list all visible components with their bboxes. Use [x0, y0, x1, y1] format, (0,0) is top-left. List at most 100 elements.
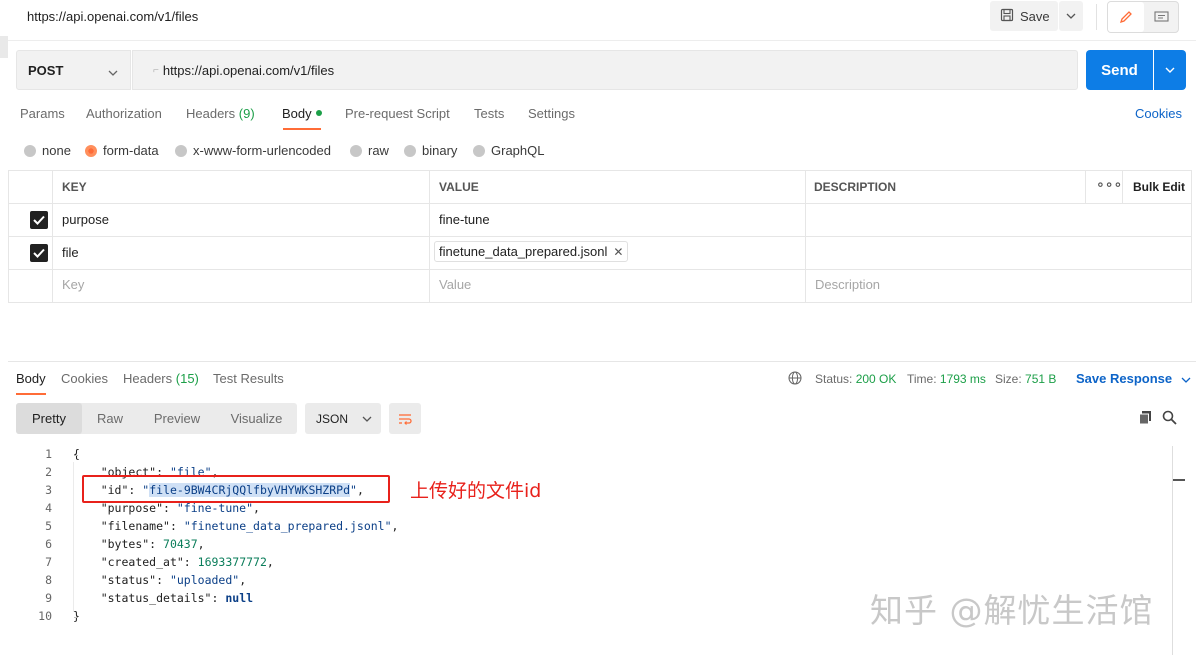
response-tab-headers[interactable]: Headers (15)	[123, 371, 199, 386]
wrap-lines-button[interactable]	[389, 403, 421, 434]
tab-pre-request-script[interactable]: Pre-request Script	[345, 106, 450, 121]
pane-divider[interactable]	[8, 361, 1196, 362]
code-line-6[interactable]: "bytes": 70437,	[73, 537, 205, 551]
table-border	[52, 170, 53, 303]
view-mode-group: Pretty Raw Preview Visualize	[16, 403, 297, 434]
line-number: 9	[45, 591, 52, 605]
table-border	[8, 236, 1192, 237]
line-number: 7	[45, 555, 52, 569]
url-cursor-icon: ⌐	[153, 64, 159, 76]
method-select[interactable]: POST	[16, 50, 131, 90]
response-tab-body[interactable]: Body	[16, 371, 46, 386]
radio-circle-selected	[85, 144, 97, 157]
tab-body[interactable]: Body	[282, 106, 322, 121]
line-number: 2	[45, 465, 52, 479]
view-pretty-button[interactable]: Pretty	[16, 403, 82, 434]
size-readout[interactable]: Size: 751 B	[995, 372, 1056, 386]
code-line-8[interactable]: "status": "uploaded",	[73, 573, 246, 587]
more-options-icon[interactable]: ∘∘∘	[1096, 176, 1122, 193]
view-raw-button[interactable]: Raw	[82, 403, 138, 434]
code-line-1[interactable]: {	[73, 447, 80, 461]
url-input[interactable]: ⌐ https://api.openai.com/v1/files	[132, 50, 1078, 90]
param-value-cell[interactable]: fine-tune	[439, 212, 490, 227]
line-number: 5	[45, 519, 52, 533]
save-icon	[1000, 8, 1014, 25]
cookies-link[interactable]: Cookies	[1135, 106, 1182, 121]
view-mode-toggle	[1107, 1, 1179, 33]
radio-binary[interactable]: binary	[404, 143, 457, 158]
code-line-5[interactable]: "filename": "finetune_data_prepared.json…	[73, 519, 399, 533]
table-border	[429, 170, 430, 303]
code-line-4[interactable]: "purpose": "fine-tune",	[73, 501, 260, 515]
code-line-9[interactable]: "status_details": null	[73, 591, 253, 605]
param-key-cell[interactable]: purpose	[62, 212, 109, 227]
tab-label: Body	[282, 106, 312, 121]
bulk-edit-button[interactable]: Bulk Edit	[1133, 180, 1185, 194]
save-dropdown-button[interactable]	[1059, 1, 1083, 31]
row-checkbox-purpose[interactable]	[30, 211, 48, 229]
radio-label: raw	[368, 143, 389, 158]
save-label: Save	[1020, 8, 1050, 24]
table-border	[8, 170, 1192, 171]
tab-headers[interactable]: Headers (9)	[186, 106, 255, 121]
new-key-input[interactable]: Key	[62, 277, 84, 292]
json-string: "fine-tune"	[176, 501, 254, 515]
table-border	[8, 302, 1192, 303]
format-select[interactable]: JSON	[305, 403, 381, 434]
copy-icon[interactable]	[1138, 410, 1153, 428]
json-string: "finetune_data_prepared.jsonl"	[183, 519, 392, 533]
radio-label: none	[42, 143, 71, 158]
radio-form-data[interactable]: form-data	[85, 143, 159, 158]
json-key: "purpose"	[100, 501, 164, 515]
checkmark-icon	[33, 215, 45, 225]
response-tab-test-results[interactable]: Test Results	[213, 371, 284, 386]
tab-settings[interactable]: Settings	[528, 106, 575, 121]
json-key: "bytes"	[100, 537, 150, 551]
active-tab-underline	[283, 128, 321, 130]
documentation-button[interactable]	[1144, 2, 1178, 32]
column-header-key: KEY	[62, 180, 87, 194]
radio-none[interactable]: none	[24, 143, 71, 158]
time-readout[interactable]: Time: 1793 ms	[907, 372, 986, 386]
wrap-lines-icon	[399, 413, 412, 425]
globe-icon[interactable]	[788, 371, 802, 388]
new-value-input[interactable]: Value	[439, 277, 471, 292]
status-readout[interactable]: Status: 200 OK	[815, 372, 896, 386]
send-dropdown-button[interactable]	[1154, 50, 1186, 90]
view-preview-button[interactable]: Preview	[138, 403, 216, 434]
line-number: 10	[38, 609, 52, 623]
json-key: "filename"	[100, 519, 170, 533]
row-checkbox-file[interactable]	[30, 244, 48, 262]
line-number: 4	[45, 501, 52, 515]
file-chip[interactable]: finetune_data_prepared.jsonl ✕	[434, 241, 629, 262]
pencil-icon	[1119, 11, 1132, 24]
code-line-10[interactable]: }	[73, 609, 80, 623]
scrollbar-marker	[1173, 479, 1185, 481]
chevron-down-icon	[1165, 67, 1175, 73]
tab-params[interactable]: Params	[20, 106, 65, 121]
search-icon[interactable]	[1162, 410, 1177, 428]
save-button[interactable]: Save	[990, 1, 1058, 31]
param-key-cell[interactable]: file	[62, 245, 79, 260]
json-number: 1693377772	[197, 555, 267, 569]
tab-label: Cookies	[61, 371, 108, 386]
code-line-7[interactable]: "created_at": 1693377772,	[73, 555, 274, 569]
save-response-button[interactable]: Save Response	[1076, 371, 1191, 386]
table-border	[805, 170, 806, 303]
new-description-input[interactable]: Description	[815, 277, 880, 292]
edit-mode-button[interactable]	[1108, 2, 1144, 32]
tab-tests[interactable]: Tests	[474, 106, 504, 121]
tab-label: Test Results	[213, 371, 284, 386]
radio-x-www-form-urlencoded[interactable]: x-www-form-urlencoded	[175, 143, 331, 158]
tab-count: (9)	[238, 106, 255, 121]
send-button[interactable]: Send	[1086, 50, 1153, 90]
view-visualize-button[interactable]: Visualize	[216, 403, 297, 434]
radio-raw[interactable]: raw	[350, 143, 389, 158]
remove-file-icon[interactable]: ✕	[613, 245, 623, 259]
tab-authorization[interactable]: Authorization	[86, 106, 162, 121]
response-tab-cookies[interactable]: Cookies	[61, 371, 108, 386]
editor-scrollbar[interactable]	[1172, 446, 1173, 655]
line-number: 3	[45, 483, 52, 497]
size-value: 751 B	[1025, 372, 1057, 386]
radio-graphql[interactable]: GraphQL	[473, 143, 544, 158]
